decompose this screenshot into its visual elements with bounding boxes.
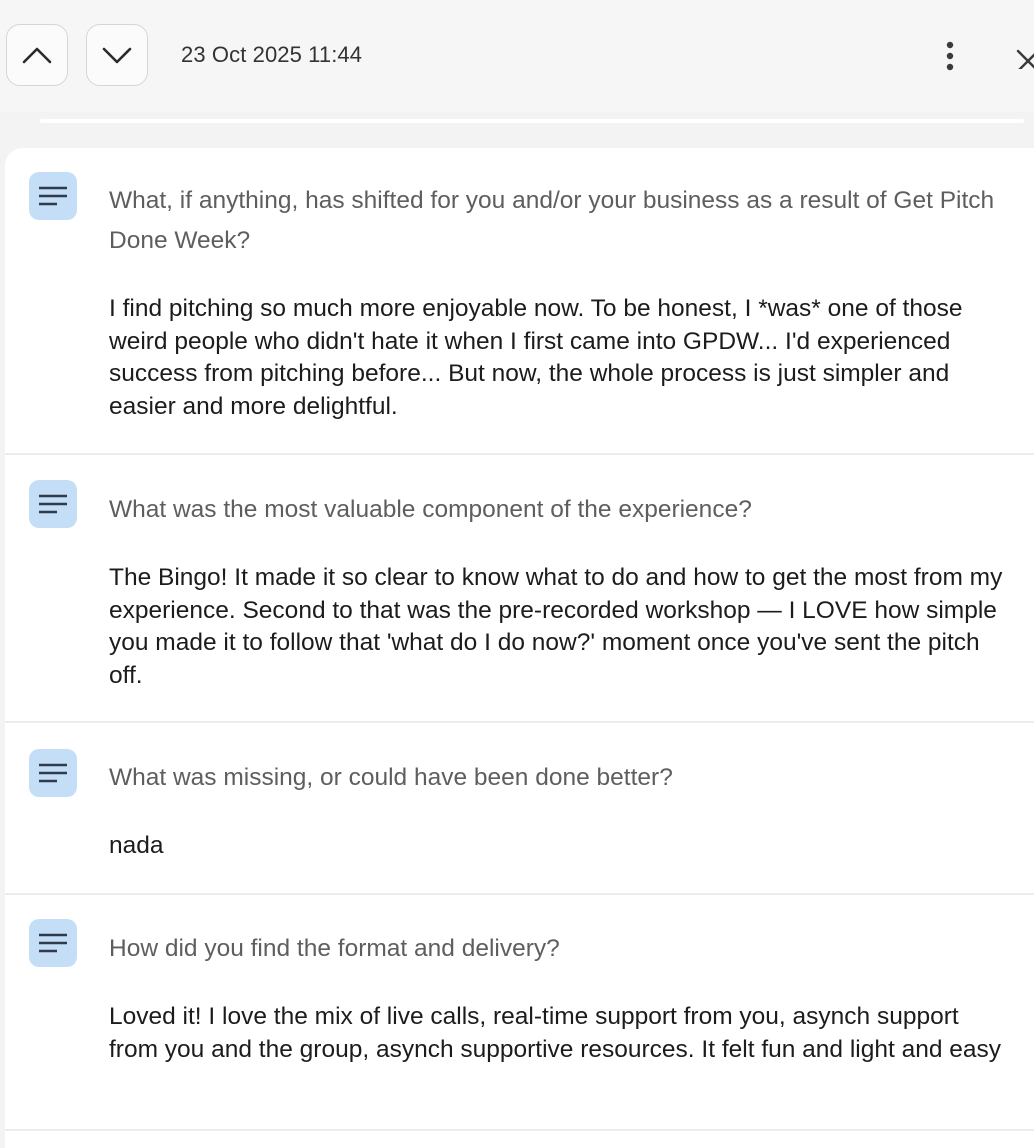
response-item: How did you find the format and delivery… (5, 895, 1034, 1131)
response-item: What, if anything, has shifted for you a… (5, 148, 1034, 455)
answer-text: nada (109, 832, 164, 859)
chevron-up-icon (22, 47, 52, 64)
text-lines-icon (29, 480, 77, 528)
text-lines-icon (29, 749, 77, 797)
question-text: What, if anything, has shifted for you a… (109, 187, 995, 254)
response-item: What was missing, or could have been don… (5, 723, 1034, 895)
chevron-down-icon (102, 47, 132, 64)
response-timestamp: 23 Oct 2025 11:44 (181, 42, 363, 67)
question-text: What was missing, or could have been don… (109, 764, 673, 791)
text-lines-icon (29, 172, 77, 220)
more-options-button[interactable] (934, 36, 966, 76)
answer-text: Loved it! I love the mix of live calls, … (109, 1003, 1002, 1063)
toolbar: 23 Oct 2025 11:44 (0, 0, 1034, 112)
response-item: What was the most valuable component of … (5, 455, 1034, 723)
answer-text: I find pitching so much more enjoyable n… (109, 295, 963, 420)
close-icon (1016, 49, 1034, 69)
answer-text: The Bingo! It made it so clear to know w… (109, 564, 1003, 689)
question-text: How did you find the format and delivery… (109, 935, 560, 962)
question-text: What was the most valuable component of … (109, 496, 752, 523)
close-button[interactable] (1008, 36, 1034, 76)
next-response-button[interactable] (86, 24, 148, 86)
text-lines-icon (29, 919, 77, 967)
previous-response-button[interactable] (6, 24, 68, 86)
more-vertical-icon (946, 41, 954, 71)
header-divider (40, 119, 1024, 123)
